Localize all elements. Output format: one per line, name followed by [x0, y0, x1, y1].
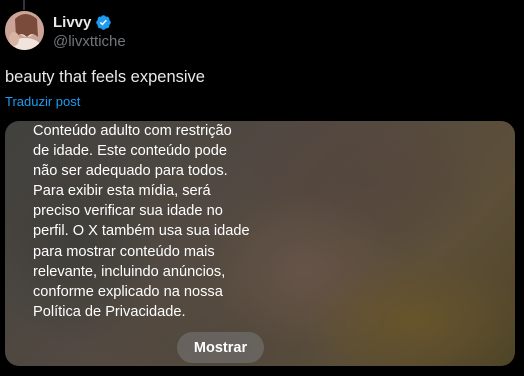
tweet-text: beauty that feels expensive — [5, 68, 205, 86]
author-info: Livvy @livxttiche — [53, 12, 126, 51]
avatar[interactable] — [5, 11, 44, 50]
verified-badge-icon[interactable] — [95, 14, 112, 31]
sensitive-content-warning: Conteúdo adulto com restrição de idade. … — [33, 123, 250, 320]
tweet-page: Livvy @livxttiche beauty that feels expe… — [0, 0, 524, 376]
translate-post-link[interactable]: Traduzir post — [5, 94, 80, 109]
sensitive-media-container: Conteúdo adulto com restrição de idade. … — [5, 121, 515, 366]
author-name-row: Livvy — [53, 12, 126, 32]
show-media-button[interactable]: Mostrar — [177, 332, 264, 363]
author-handle[interactable]: @livxttiche — [53, 33, 126, 50]
author-display-name[interactable]: Livvy — [53, 14, 91, 31]
thread-connector-line — [23, 0, 25, 10]
avatar-photo — [5, 11, 44, 50]
